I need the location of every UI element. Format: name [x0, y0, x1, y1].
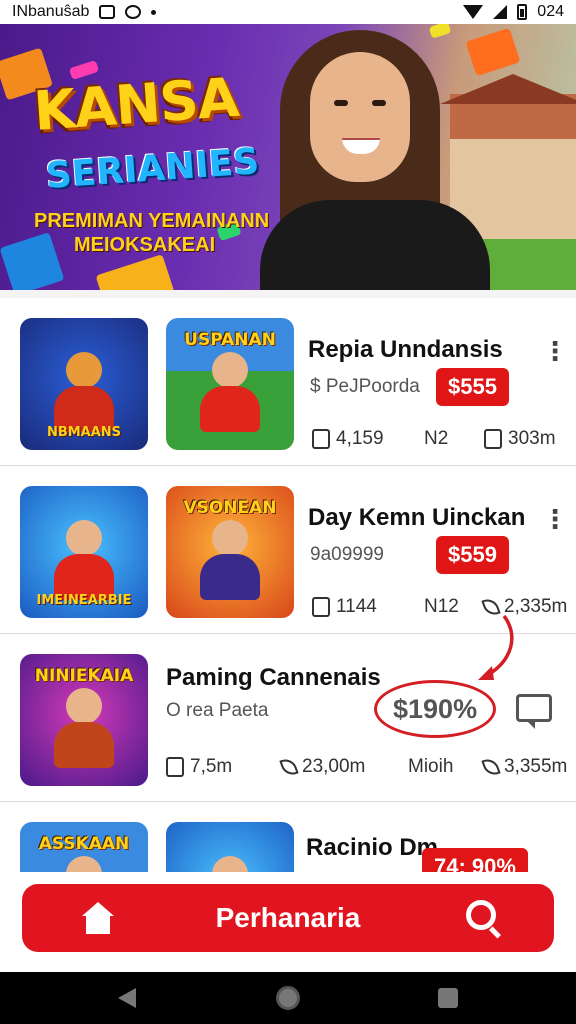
kebab-menu-icon[interactable] [542, 504, 568, 535]
banner-person [250, 30, 490, 290]
price-badge[interactable]: 74: 90% [422, 848, 528, 872]
downloads-stat: 4,159 [312, 428, 384, 450]
game-list[interactable]: NBMAANS USPANAN Repia Unndansis $ PeJPoo… [0, 290, 576, 872]
back-icon[interactable] [118, 988, 136, 1008]
kebab-menu-icon[interactable] [542, 336, 568, 367]
search-icon[interactable] [466, 900, 496, 930]
thumbnail-title: USPANAN [184, 330, 276, 350]
system-nav-bar [0, 972, 576, 1024]
chat-icon[interactable] [516, 694, 552, 729]
item-title[interactable]: Racinio Dm [306, 834, 438, 862]
size-stat: 303m [484, 428, 556, 450]
rank-stat: N12 [424, 596, 459, 617]
item-title[interactable]: Paming Cannenais [166, 664, 381, 692]
thumbnail-title: NBMAANS [46, 425, 122, 440]
list-item[interactable]: IMEINEARBIE VSONEAN Day Kemn Uinckan 9a0… [0, 466, 576, 634]
item-meta: $ PeJPoorda [310, 376, 420, 397]
thumbnail-title: IMEINEARBIE [36, 593, 132, 608]
game-thumbnail[interactable]: NBMAANS [20, 318, 148, 450]
status-app-name: INbanuŝab [12, 3, 90, 20]
list-item[interactable]: NBMAANS USPANAN Repia Unndansis $ PeJPoo… [0, 298, 576, 466]
wifi-icon [463, 5, 484, 19]
game-thumbnail[interactable]: NINIEKAIA [20, 654, 148, 786]
item-meta: 9a09999 [310, 544, 384, 565]
home-icon[interactable] [82, 902, 114, 934]
thumbnail-title: NINIEKAIA [34, 666, 134, 686]
decor-block [0, 232, 65, 290]
battery-icon [517, 4, 528, 20]
game-thumbnail[interactable]: IMEINEARBIE [20, 486, 148, 618]
recents-icon[interactable] [438, 988, 458, 1008]
size-stat: 3,355m [481, 756, 567, 778]
rank-stat: Mioih [408, 756, 454, 777]
storage-icon [484, 429, 502, 449]
bottom-bar-label[interactable]: Perhanaria [216, 902, 361, 934]
price-badge[interactable]: $559 [436, 536, 509, 574]
list-item[interactable]: ASSKAAN Racinio Dm 74: 90% [0, 802, 576, 872]
thumbnail-title: ASSKAAN [38, 834, 130, 854]
downloads-stat: 7,5m [166, 756, 232, 778]
game-thumbnail[interactable]: ASSKAAN [20, 822, 148, 872]
status-bar: INbanuŝab 024 [0, 0, 576, 24]
item-meta: O rea Paeta [166, 700, 269, 721]
rank-stat: N2 [424, 428, 449, 449]
plays-stat: 23,00m [279, 756, 365, 778]
price-highlight[interactable]: $190% [374, 680, 497, 738]
download-icon [312, 597, 330, 617]
promo-banner[interactable]: KANSA SERIANIES PREMIMAN YEMAINANN MEIOK… [0, 24, 576, 290]
dot-icon [151, 9, 157, 15]
signal-icon [493, 5, 508, 19]
annotation-arrow [478, 614, 514, 680]
leaf-icon [481, 756, 501, 778]
download-icon [166, 757, 184, 777]
banner-title-secondary: SERIANIES [44, 141, 261, 197]
thumbnail-title: VSONEAN [183, 498, 277, 518]
notification-icon [99, 5, 116, 19]
game-thumbnail[interactable] [166, 822, 294, 872]
status-time: 024 [537, 3, 564, 20]
game-thumbnail[interactable]: USPANAN [166, 318, 294, 450]
banner-subtitle-2: MEIOKSAKEAI [74, 234, 216, 256]
download-icon [312, 429, 330, 449]
banner-subtitle: PREMIMAN YEMAINANN [34, 210, 270, 232]
banner-title: KANSA [31, 65, 241, 143]
item-title[interactable]: Repia Unndansis [308, 336, 503, 364]
price-badge[interactable]: $555 [436, 368, 509, 406]
decor-block [95, 254, 175, 290]
downloads-stat: 1144 [312, 596, 377, 618]
cat-icon [125, 5, 142, 19]
bottom-action-bar[interactable]: Perhanaria [22, 884, 554, 952]
item-title[interactable]: Day Kemn Uinckan [308, 504, 525, 532]
game-thumbnail[interactable]: VSONEAN [166, 486, 294, 618]
leaf-icon [279, 756, 299, 778]
home-button-icon[interactable] [276, 986, 300, 1010]
